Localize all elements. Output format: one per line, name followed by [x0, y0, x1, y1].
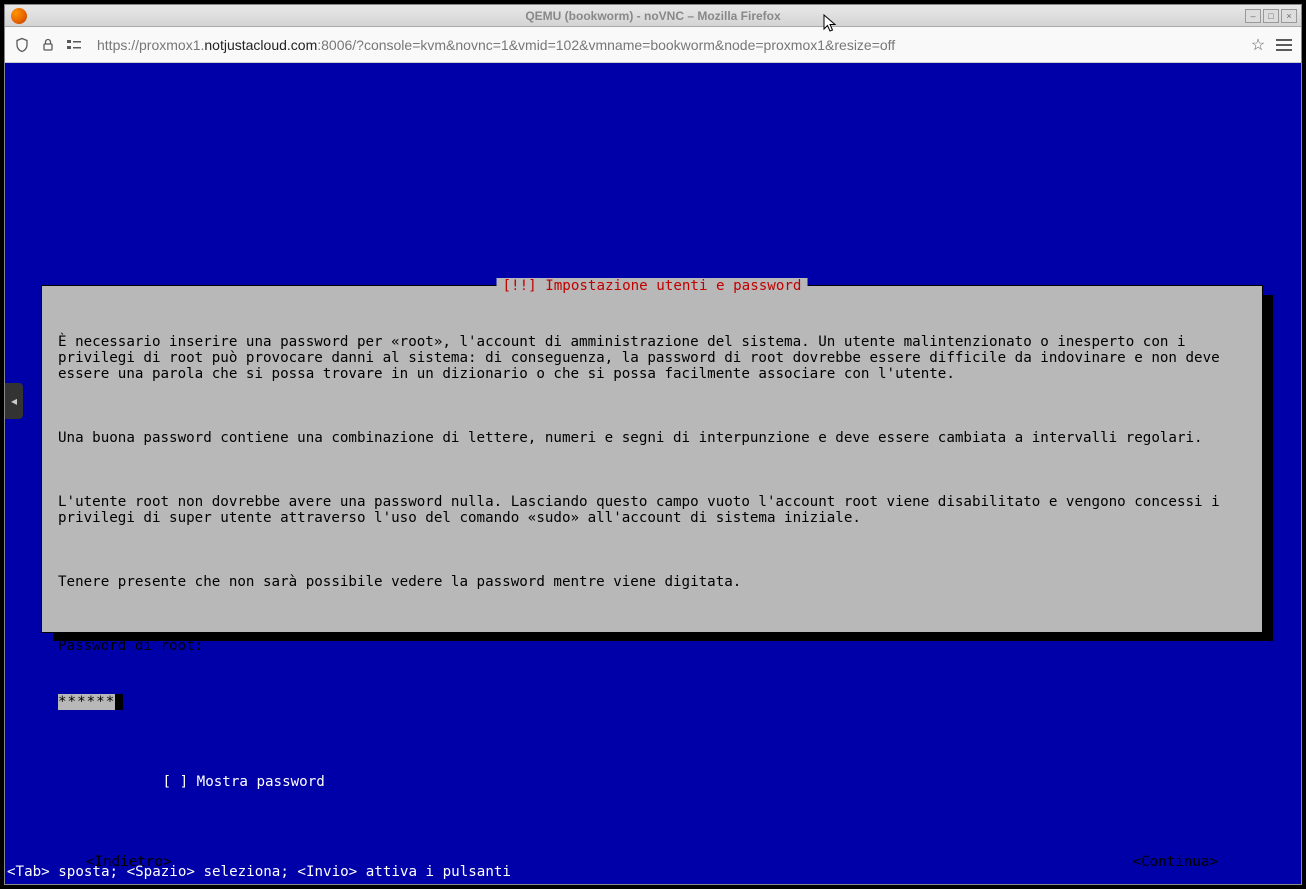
dialog-paragraph: È necessario inserire una password per «… — [58, 334, 1246, 382]
bookmark-star-icon[interactable]: ☆ — [1249, 36, 1267, 54]
continue-button[interactable]: <Continua> — [1133, 854, 1218, 870]
address-bar: https://proxmox1.notjustacloud.com:8006/… — [5, 27, 1301, 63]
dialog-paragraph: Tenere presente che non sarà possibile v… — [58, 574, 1246, 590]
lock-icon[interactable] — [39, 36, 57, 54]
installer-screen: [!!] Impostazione utenti e password È ne… — [5, 63, 1301, 884]
show-password-checkbox[interactable]: [ ] Mostra password — [161, 774, 327, 790]
url-prefix: https://proxmox1. — [97, 37, 204, 53]
dialog-paragraph: L'utente root non dovrebbe avere una pas… — [58, 494, 1246, 526]
window-controls: – □ × — [1245, 9, 1297, 23]
browser-window: QEMU (bookworm) - noVNC – Mozilla Firefo… — [4, 4, 1302, 885]
maximize-button[interactable]: □ — [1263, 9, 1279, 23]
firefox-icon — [11, 8, 27, 24]
root-password-input[interactable]: ****** — [58, 694, 1248, 710]
dialog-paragraph: Una buona password contiene una combinaz… — [58, 430, 1246, 446]
dialog-body: È necessario inserire una password per «… — [42, 286, 1262, 884]
shield-icon[interactable] — [13, 36, 31, 54]
window-title: QEMU (bookworm) - noVNC – Mozilla Firefo… — [525, 9, 780, 23]
text-cursor — [115, 694, 123, 710]
installer-dialog: [!!] Impostazione utenti e password È ne… — [41, 285, 1263, 633]
password-value: ****** — [58, 694, 115, 710]
close-button[interactable]: × — [1281, 9, 1297, 23]
minimize-button[interactable]: – — [1245, 9, 1261, 23]
url-domain: notjustacloud.com — [204, 37, 317, 53]
dialog-title: [!!] Impostazione utenti e password — [497, 278, 808, 294]
permissions-icon[interactable] — [65, 36, 83, 54]
hamburger-menu-icon[interactable] — [1275, 36, 1293, 54]
url-rest: :8006/?console=kvm&novnc=1&vmid=102&vmna… — [317, 37, 895, 53]
password-label: Password di root: — [58, 638, 1246, 654]
window-titlebar: QEMU (bookworm) - noVNC – Mozilla Firefo… — [5, 5, 1301, 27]
installer-help-line: <Tab> sposta; <Spazio> seleziona; <Invio… — [7, 864, 511, 880]
page-content: ◂ [!!] Impostazione utenti e password È … — [5, 63, 1301, 884]
url-input[interactable]: https://proxmox1.notjustacloud.com:8006/… — [91, 31, 1241, 59]
